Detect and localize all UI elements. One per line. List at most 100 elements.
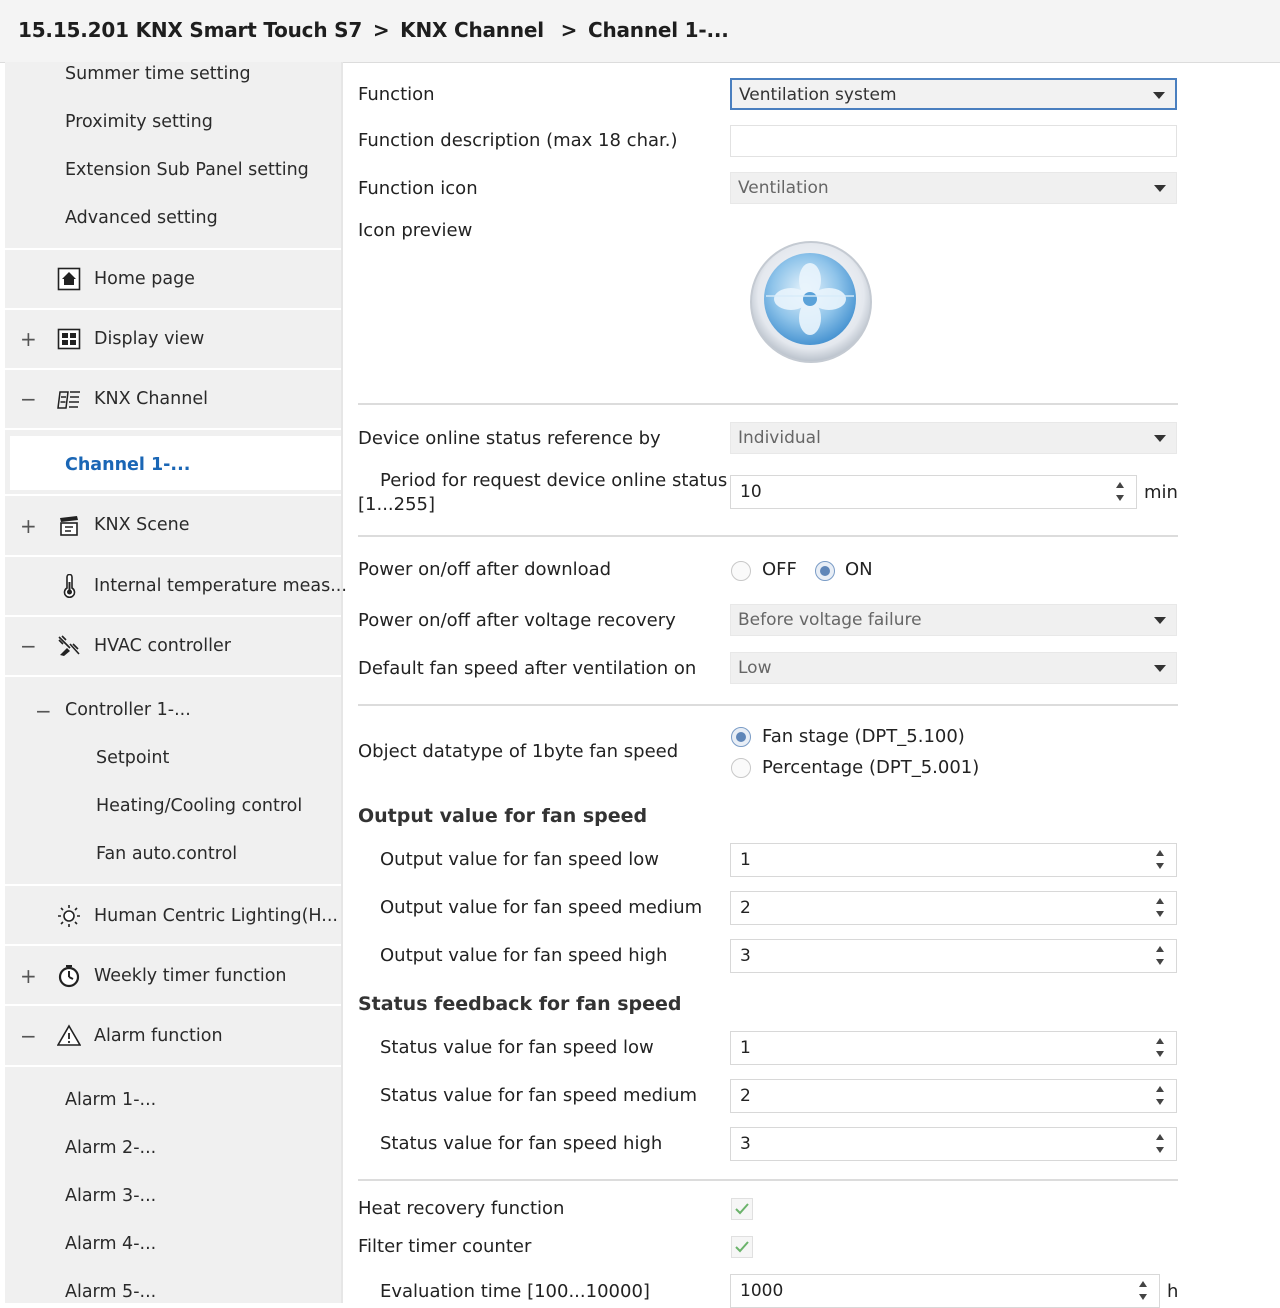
sidebar-item-alarm-3[interactable]: Alarm 3-... bbox=[65, 1186, 156, 1206]
icon-preview-label: Icon preview bbox=[358, 220, 473, 241]
expand-icon[interactable]: + bbox=[20, 327, 37, 351]
power-download-off-radio[interactable] bbox=[731, 561, 751, 581]
output-high-label: Output value for fan speed high bbox=[380, 945, 668, 966]
output-value-heading: Output value for fan speed bbox=[358, 805, 648, 827]
online-status-reference-select[interactable]: Individual bbox=[730, 422, 1177, 454]
sidebar-item-knx-scene[interactable]: KNX Scene bbox=[94, 515, 189, 535]
power-recovery-label: Power on/off after voltage recovery bbox=[358, 610, 676, 631]
sidebar-item-knx-channel[interactable]: KNX Channel bbox=[94, 389, 208, 409]
function-icon-select[interactable]: Ventilation bbox=[730, 172, 1177, 204]
sidebar-divider bbox=[5, 368, 341, 370]
sidebar-item-heating-cooling[interactable]: Heating/Cooling control bbox=[96, 796, 302, 816]
datatype-fan-stage-label[interactable]: Fan stage (DPT_5.100) bbox=[762, 726, 965, 747]
home-icon bbox=[57, 267, 81, 291]
collapse-icon[interactable]: − bbox=[20, 634, 37, 658]
collapse-icon[interactable]: − bbox=[20, 387, 37, 411]
sidebar-item-alarm-1[interactable]: Alarm 1-... bbox=[65, 1090, 156, 1110]
function-description-input[interactable] bbox=[730, 125, 1177, 157]
output-medium-stepper[interactable]: 2 bbox=[730, 891, 1177, 925]
function-icon-select-value: Ventilation bbox=[738, 178, 829, 198]
display-view-icon bbox=[57, 328, 81, 350]
power-download-label: Power on/off after download bbox=[358, 559, 612, 580]
online-status-reference-label: Device online status reference by bbox=[358, 428, 661, 449]
default-fan-speed-select[interactable]: Low bbox=[730, 652, 1177, 684]
sidebar-divider bbox=[5, 944, 341, 946]
chevron-down-icon bbox=[1154, 435, 1166, 442]
stepper-arrows-icon[interactable] bbox=[1156, 944, 1166, 968]
expand-icon[interactable]: + bbox=[20, 964, 37, 988]
sidebar-item-extension-sub-panel[interactable]: Extension Sub Panel setting bbox=[65, 160, 309, 180]
status-medium-value: 2 bbox=[740, 1086, 751, 1106]
sidebar-item-alarm-4[interactable]: Alarm 4-... bbox=[65, 1234, 156, 1254]
sidebar-item-alarm-function[interactable]: Alarm function bbox=[94, 1026, 223, 1046]
datatype-label: Object datatype of 1byte fan speed bbox=[358, 741, 679, 762]
period-request-stepper[interactable]: 10 bbox=[730, 475, 1137, 509]
sidebar-item-alarm-5[interactable]: Alarm 5-... bbox=[65, 1282, 156, 1302]
stepper-arrows-icon[interactable] bbox=[1156, 896, 1166, 920]
evaluation-time-value: 1000 bbox=[740, 1281, 784, 1301]
output-high-stepper[interactable]: 3 bbox=[730, 939, 1177, 973]
stepper-arrows-icon[interactable] bbox=[1139, 1279, 1149, 1303]
sidebar-item-alarm-2[interactable]: Alarm 2-... bbox=[65, 1138, 156, 1158]
stepper-arrows-icon[interactable] bbox=[1116, 480, 1126, 504]
sidebar-item-controller-1[interactable]: Controller 1-... bbox=[65, 700, 191, 720]
status-low-label: Status value for fan speed low bbox=[380, 1037, 654, 1058]
section-divider bbox=[358, 535, 1178, 537]
alarm-warning-icon bbox=[57, 1024, 81, 1046]
function-select[interactable]: Ventilation system bbox=[730, 78, 1177, 110]
section-divider bbox=[358, 1179, 1178, 1181]
sidebar-item-weekly-timer[interactable]: Weekly timer function bbox=[94, 966, 287, 986]
stepper-arrows-icon[interactable] bbox=[1156, 1036, 1166, 1060]
status-medium-stepper[interactable]: 2 bbox=[730, 1079, 1177, 1113]
period-request-range-label: [1...255] bbox=[358, 494, 436, 515]
sidebar-divider bbox=[5, 248, 341, 250]
sidebar-item-fan-auto-control[interactable]: Fan auto.control bbox=[96, 844, 237, 864]
sidebar-item-home-page[interactable]: Home page bbox=[94, 269, 195, 289]
collapse-icon[interactable]: − bbox=[20, 1024, 37, 1048]
stepper-arrows-icon[interactable] bbox=[1156, 1132, 1166, 1156]
sidebar-item-setpoint[interactable]: Setpoint bbox=[96, 748, 169, 768]
sidebar-item-display-view[interactable]: Display view bbox=[94, 329, 204, 349]
heat-recovery-checkbox[interactable] bbox=[731, 1198, 753, 1220]
sidebar-divider bbox=[5, 428, 341, 430]
sidebar-item-human-centric-lighting[interactable]: Human Centric Lighting(H... bbox=[94, 906, 338, 926]
breadcrumb-device[interactable]: 15.15.201 KNX Smart Touch S7 bbox=[18, 18, 362, 42]
power-recovery-select[interactable]: Before voltage failure bbox=[730, 604, 1177, 636]
datatype-fan-stage-radio[interactable] bbox=[731, 727, 751, 747]
sidebar-item-proximity[interactable]: Proximity setting bbox=[65, 112, 213, 132]
breadcrumb-channel-1[interactable]: Channel 1-... bbox=[588, 18, 729, 42]
expand-icon[interactable]: + bbox=[20, 514, 37, 538]
sidebar-item-channel-1[interactable]: Channel 1-... bbox=[65, 455, 190, 475]
chevron-down-icon bbox=[1153, 92, 1165, 99]
output-low-stepper[interactable]: 1 bbox=[730, 843, 1177, 877]
checkmark-icon bbox=[735, 1241, 749, 1253]
datatype-percentage-radio[interactable] bbox=[731, 758, 751, 778]
stepper-arrows-icon[interactable] bbox=[1156, 848, 1166, 872]
status-medium-label: Status value for fan speed medium bbox=[380, 1085, 698, 1106]
sidebar-item-summer-time[interactable]: Summer time setting bbox=[65, 64, 251, 84]
function-icon-label: Function icon bbox=[358, 178, 478, 199]
power-download-on-radio[interactable] bbox=[815, 561, 835, 581]
breadcrumb-separator: > bbox=[560, 18, 578, 42]
sidebar-divider bbox=[5, 1004, 341, 1006]
breadcrumb-knx-channel[interactable]: KNX Channel bbox=[400, 18, 544, 42]
power-download-off-label[interactable]: OFF bbox=[762, 559, 797, 580]
status-high-stepper[interactable]: 3 bbox=[730, 1127, 1177, 1161]
datatype-percentage-label[interactable]: Percentage (DPT_5.001) bbox=[762, 757, 979, 778]
sidebar-item-advanced[interactable]: Advanced setting bbox=[65, 208, 218, 228]
period-unit: min bbox=[1144, 482, 1178, 503]
sidebar-item-hvac-controller[interactable]: HVAC controller bbox=[94, 636, 231, 656]
chevron-down-icon bbox=[1154, 185, 1166, 192]
default-fan-speed-value: Low bbox=[738, 658, 772, 678]
thermometer-icon bbox=[63, 574, 76, 598]
filter-timer-checkbox[interactable] bbox=[731, 1236, 753, 1258]
period-request-value: 10 bbox=[740, 482, 762, 502]
status-low-stepper[interactable]: 1 bbox=[730, 1031, 1177, 1065]
online-status-reference-value: Individual bbox=[738, 428, 821, 448]
sidebar-item-internal-temperature[interactable]: Internal temperature meas... bbox=[94, 576, 347, 596]
panel-separator bbox=[341, 62, 343, 1303]
power-download-on-label[interactable]: ON bbox=[845, 559, 873, 580]
collapse-icon[interactable]: − bbox=[35, 699, 52, 723]
evaluation-time-unit: h bbox=[1167, 1281, 1179, 1302]
stepper-arrows-icon[interactable] bbox=[1156, 1084, 1166, 1108]
